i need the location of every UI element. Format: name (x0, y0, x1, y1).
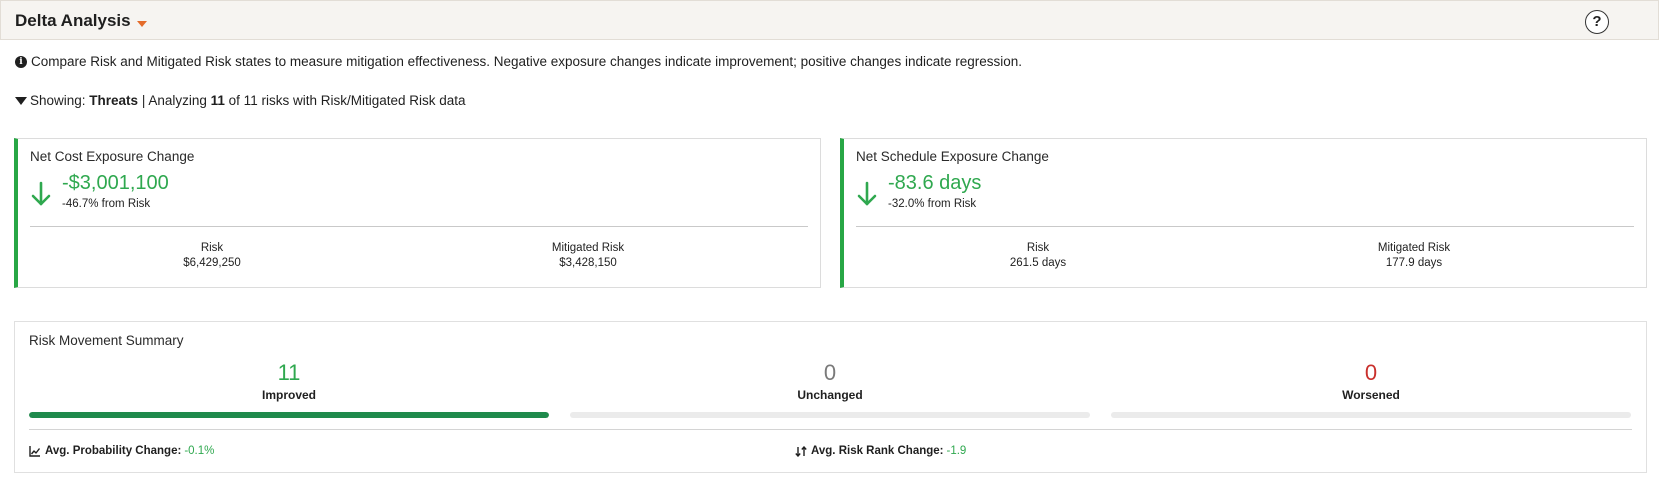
unchanged-stat: 0 Unchanged (570, 360, 1090, 402)
improved-progress-bar (29, 412, 549, 418)
filter-count: 11 (210, 93, 225, 108)
improved-label: Improved (261, 388, 316, 402)
sort-arrows-icon (795, 445, 807, 457)
help-button[interactable]: ? (1585, 10, 1609, 34)
arrow-down-icon (857, 181, 877, 206)
unchanged-count: 0 (823, 360, 837, 385)
line-chart-icon (29, 445, 41, 457)
improved-count: 11 (277, 360, 301, 385)
risk-value: $6,429,250 (183, 257, 241, 269)
avg-risk-rank-value: -1.9 (946, 445, 967, 457)
mitigated-risk-value: 177.9 days (1385, 257, 1443, 269)
worsened-label: Worsened (1342, 388, 1400, 402)
panel-header: Delta Analysis ? (0, 0, 1659, 40)
page-title[interactable]: Delta Analysis (15, 11, 131, 31)
net-cost-exposure-card: Net Cost Exposure Change -$3,001,100 -46… (14, 138, 821, 288)
risk-movement-summary: Risk Movement Summary 11 Improved 0 Unch… (14, 321, 1647, 473)
unchanged-label: Unchanged (797, 388, 863, 402)
filter-category: Threats (89, 93, 139, 108)
unchanged-progress-bar (570, 412, 1090, 418)
divider (30, 226, 808, 227)
avg-probability-value: -0.1% (184, 445, 215, 457)
risk-value: 261.5 days (1009, 257, 1067, 269)
divider (29, 429, 1632, 430)
avg-probability-label: Avg. Probability Change: (45, 445, 182, 457)
worsened-stat: 0 Worsened (1111, 360, 1631, 402)
risk-label: Risk (1026, 242, 1050, 254)
info-text: Compare Risk and Mitigated Risk states t… (31, 54, 1023, 69)
risk-label: Risk (200, 242, 224, 254)
net-schedule-exposure-card: Net Schedule Exposure Change -83.6 days … (840, 138, 1647, 288)
mitigated-risk-label: Mitigated Risk (551, 242, 625, 254)
avg-risk-rank-change: Avg. Risk Rank Change: -1.9 (795, 445, 966, 457)
filter-suffix: of 11 risks with Risk/Mitigated Risk dat… (224, 93, 466, 108)
mitigated-risk-label: Mitigated Risk (1377, 242, 1451, 254)
info-description: i Compare Risk and Mitigated Risk states… (15, 54, 1022, 69)
arrow-down-icon (31, 181, 51, 206)
filter-summary: Showing: Threats | Analyzing 11 of 11 ri… (15, 93, 466, 108)
avg-risk-rank-label: Avg. Risk Rank Change: (811, 445, 944, 457)
card-title: Net Schedule Exposure Change (856, 149, 1049, 164)
risk-stat: Risk $6,429,250 (112, 242, 312, 269)
worsened-count: 0 (1364, 360, 1378, 385)
improved-progress-fill (29, 412, 549, 418)
summary-title: Risk Movement Summary (29, 333, 184, 348)
info-icon: i (15, 55, 27, 68)
divider (856, 226, 1634, 227)
filter-middle: | Analyzing (138, 93, 211, 108)
net-cost-percent: -46.7% from Risk (62, 198, 151, 210)
risk-stat: Risk 261.5 days (938, 242, 1138, 269)
filter-icon (15, 96, 27, 105)
mitigated-risk-value: $3,428,150 (559, 257, 617, 269)
chevron-down-icon[interactable] (137, 21, 147, 27)
avg-probability-change: Avg. Probability Change: -0.1% (29, 445, 214, 457)
improved-stat: 11 Improved (29, 360, 549, 402)
net-schedule-value: -83.6 days (888, 172, 982, 194)
mitigated-risk-stat: Mitigated Risk $3,428,150 (488, 242, 688, 269)
worsened-progress-bar (1111, 412, 1631, 418)
net-schedule-percent: -32.0% from Risk (888, 198, 977, 210)
net-cost-value: -$3,001,100 (62, 172, 169, 194)
filter-prefix: Showing: (30, 93, 90, 108)
card-title: Net Cost Exposure Change (30, 149, 195, 164)
mitigated-risk-stat: Mitigated Risk 177.9 days (1314, 242, 1514, 269)
